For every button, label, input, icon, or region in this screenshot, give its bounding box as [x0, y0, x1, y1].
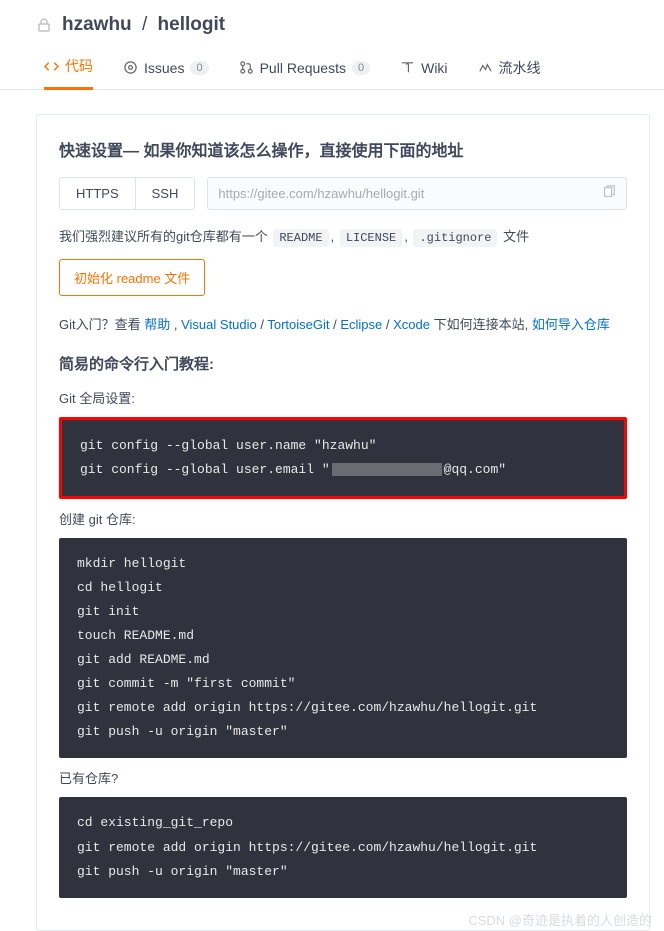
- https-button[interactable]: HTTPS: [60, 178, 135, 209]
- xcode-link[interactable]: Xcode: [393, 317, 430, 332]
- global-settings-label: Git 全局设置:: [59, 388, 627, 407]
- tab-pull-requests[interactable]: Pull Requests 0: [239, 46, 371, 90]
- lock-icon: [36, 17, 52, 33]
- global-config-code[interactable]: git config --global user.name "hzawhu" g…: [59, 417, 627, 499]
- empty-repo-panel: 快速设置— 如果你知道该怎么操作，直接使用下面的地址 HTTPS SSH 我们强…: [36, 114, 650, 931]
- pipeline-icon: [478, 60, 493, 75]
- ssh-button[interactable]: SSH: [135, 178, 195, 209]
- tutorial-title: 简易的命令行入门教程:: [59, 353, 627, 374]
- code-icon: [44, 59, 59, 74]
- clone-url-input[interactable]: [218, 186, 602, 201]
- issues-icon: [123, 60, 138, 75]
- import-link[interactable]: 如何导入仓库: [532, 317, 610, 332]
- repo-header: hzawhu / hellogit: [0, 0, 664, 46]
- repo-name[interactable]: hellogit: [158, 14, 226, 35]
- gitignore-label: .gitignore: [413, 229, 497, 247]
- create-repo-code[interactable]: mkdir hellogit cd hellogit git init touc…: [59, 538, 627, 758]
- pulls-count-badge: 0: [352, 61, 370, 75]
- tab-pipeline[interactable]: 流水线: [478, 46, 541, 90]
- init-readme-button[interactable]: 初始化 readme 文件: [59, 259, 205, 296]
- issues-count-badge: 0: [190, 61, 208, 75]
- quick-setup-title: 快速设置— 如果你知道该怎么操作，直接使用下面的地址: [59, 137, 627, 161]
- redacted-email: [332, 463, 442, 476]
- tortoise-link[interactable]: TortoiseGit: [267, 317, 329, 332]
- existing-repo-code[interactable]: cd existing_git_repo git remote add orig…: [59, 797, 627, 897]
- create-repo-label: 创建 git 仓库:: [59, 509, 627, 528]
- existing-repo-label: 已有仓库?: [59, 768, 627, 787]
- suggest-line: 我们强烈建议所有的git仓库都有一个 README, LICENSE, .git…: [59, 226, 627, 245]
- eclipse-link[interactable]: Eclipse: [340, 317, 382, 332]
- clone-url-box: [207, 177, 627, 210]
- protocol-toggle: HTTPS SSH: [59, 177, 195, 210]
- breadcrumb: hzawhu / hellogit: [62, 14, 225, 36]
- readme-label: README: [273, 229, 328, 247]
- help-link[interactable]: 帮助: [144, 317, 170, 332]
- vs-link[interactable]: Visual Studio: [181, 317, 257, 332]
- clone-url-row: HTTPS SSH: [59, 177, 627, 210]
- copy-icon[interactable]: [602, 185, 616, 202]
- tab-issues[interactable]: Issues 0: [123, 46, 209, 90]
- wiki-icon: [400, 60, 415, 75]
- license-label: LICENSE: [340, 229, 402, 247]
- repo-owner[interactable]: hzawhu: [62, 14, 132, 35]
- pull-request-icon: [239, 60, 254, 75]
- help-line: Git入门？查看 帮助 , Visual Studio / TortoiseGi…: [59, 314, 627, 333]
- tab-code[interactable]: 代码: [44, 46, 93, 90]
- tab-wiki[interactable]: Wiki: [400, 46, 447, 90]
- repo-tabs: 代码 Issues 0 Pull Requests 0 Wiki 流水线: [0, 46, 664, 90]
